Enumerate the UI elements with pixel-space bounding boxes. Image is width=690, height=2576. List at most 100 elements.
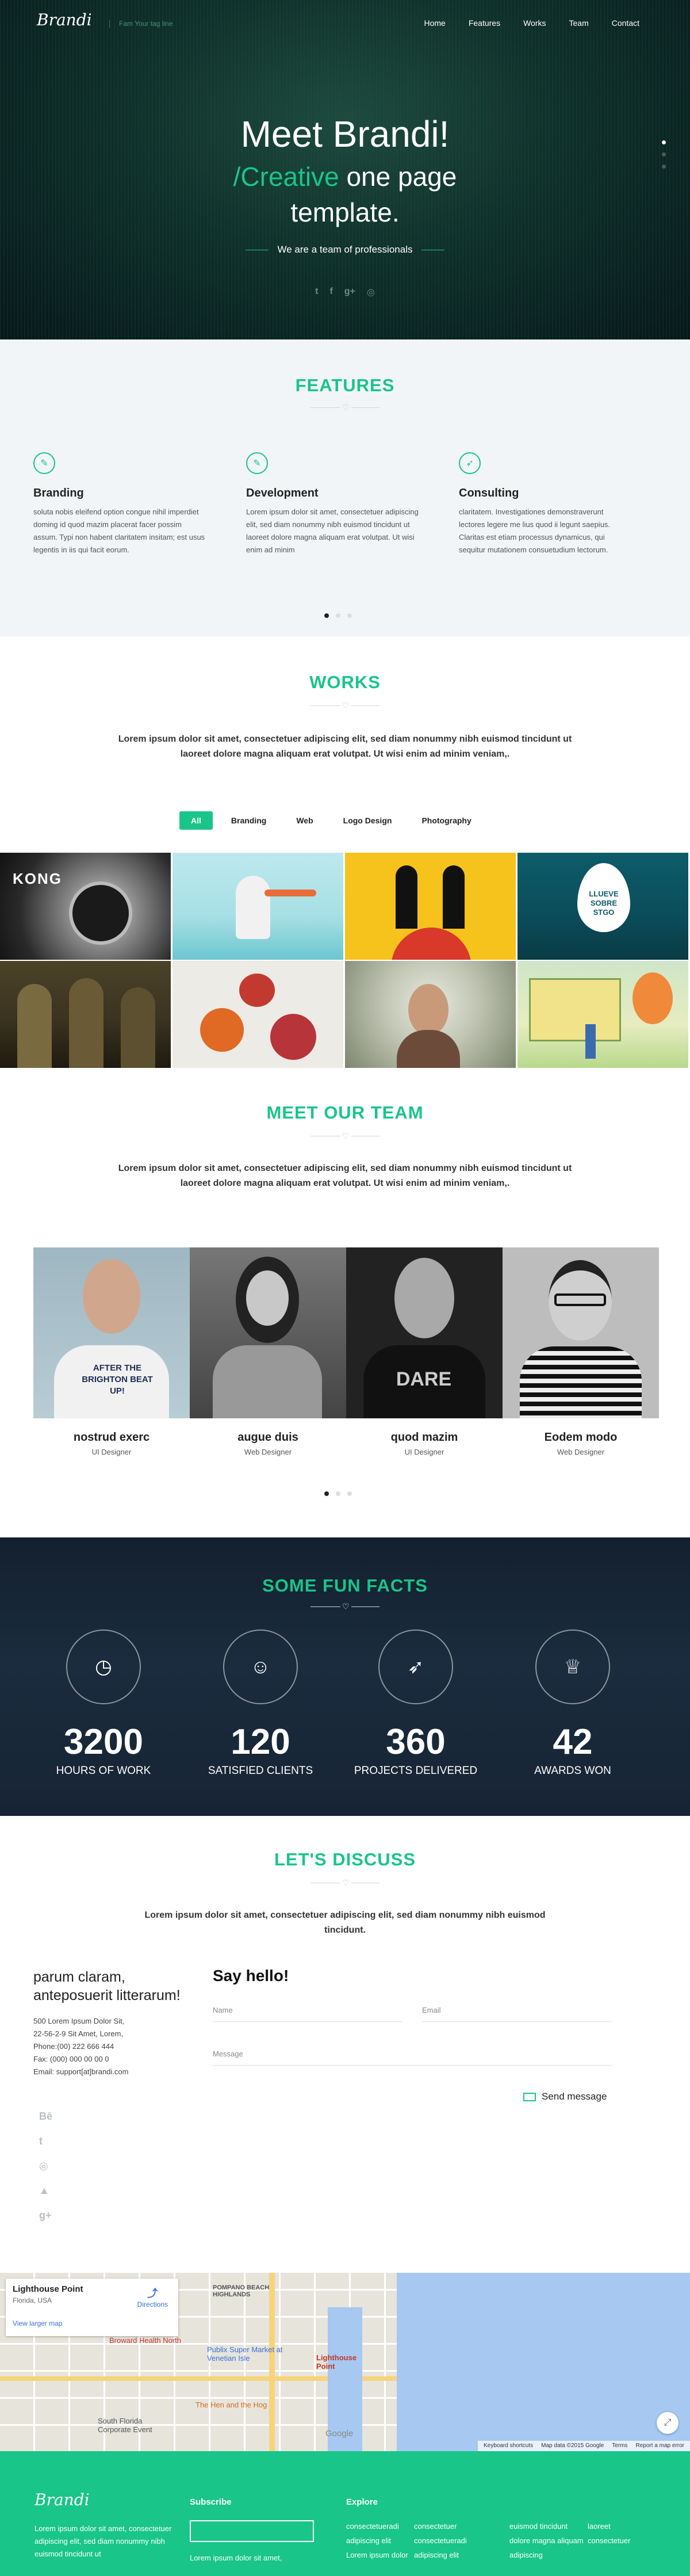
map-label: South Florida Corporate Event <box>98 2417 152 2434</box>
pencil-icon: ✎ <box>246 452 268 474</box>
portfolio-item[interactable]: LLUEVE SOBRE STGO <box>518 853 688 960</box>
pager-dot[interactable] <box>347 613 352 618</box>
footer-link[interactable]: dolore magna aliquam <box>509 2533 584 2548</box>
portfolio-item-caption: LLUEVE SOBRE STGO <box>589 890 619 917</box>
building-shape <box>529 978 621 1041</box>
footer-link[interactable]: consectetueradi <box>346 2519 408 2533</box>
character-shape <box>239 974 275 1007</box>
filter-web[interactable]: Web <box>285 811 324 830</box>
team-pager <box>324 1491 352 1496</box>
fullscreen-icon[interactable]: ⤢ <box>657 2412 678 2434</box>
footer-link[interactable]: consectetueradi <box>414 2533 467 2548</box>
hero-slider-dots <box>662 140 666 169</box>
google-plus-icon[interactable]: g+ <box>39 2209 52 2222</box>
site-tagline: Fam Your tag line <box>109 20 172 28</box>
dribbble-icon[interactable]: ◎ <box>39 2160 52 2172</box>
nav-item-team[interactable]: Team <box>569 18 589 28</box>
subscribe-email-input[interactable] <box>190 2520 314 2542</box>
team-member-card: augue duis Web Designer <box>190 1247 346 1456</box>
pager-dot[interactable] <box>336 1491 340 1496</box>
feature-title: Consulting <box>459 487 519 499</box>
envelope-icon <box>523 2092 536 2101</box>
email-field[interactable]: Email <box>422 2006 612 2022</box>
tree-shape <box>632 972 673 1024</box>
beak-shape <box>264 890 316 896</box>
portfolio-item[interactable] <box>172 853 343 960</box>
portfolio-item[interactable] <box>345 961 516 1068</box>
fact-item: ➶ 360 PROJECTS DELIVERED <box>347 1629 485 1777</box>
team-member-photo[interactable] <box>190 1247 346 1418</box>
slider-dot[interactable] <box>662 152 666 157</box>
pager-dot[interactable] <box>324 613 329 618</box>
portfolio-item[interactable] <box>0 961 171 1068</box>
portfolio-item[interactable] <box>518 961 688 1068</box>
footer-link[interactable]: adipiscing elit <box>414 2548 467 2562</box>
fun-facts-section: SOME FUN FACTS ♡ ◷ 3200 HOURS OF WORK ☺ … <box>0 1537 690 1816</box>
nav-item-features[interactable]: Features <box>469 18 500 28</box>
fact-label: SATISFIED CLIENTS <box>208 1765 313 1777</box>
portfolio-item[interactable]: KONG <box>0 853 171 960</box>
facebook-icon[interactable]: f <box>329 287 332 298</box>
team-member-role: Web Designer <box>244 1448 292 1456</box>
footer-link[interactable]: consectetuer <box>414 2519 467 2533</box>
footer-link[interactable]: Lorem ipsum dolor <box>346 2548 408 2562</box>
filter-branding[interactable]: Branding <box>220 811 278 830</box>
filter-logo-design[interactable]: Logo Design <box>332 811 404 830</box>
warning-icon[interactable]: ▲ <box>39 2185 52 2197</box>
pager-dot[interactable] <box>347 1491 352 1496</box>
twitter-icon[interactable]: t <box>315 287 318 298</box>
footer-link[interactable]: laoreet <box>588 2519 630 2533</box>
filter-photography[interactable]: Photography <box>410 811 482 830</box>
send-message-button[interactable]: Send message <box>523 2091 607 2102</box>
feature-title: Branding <box>33 487 84 499</box>
nav-item-contact[interactable]: Contact <box>612 18 639 28</box>
google-plus-icon[interactable]: g+ <box>344 287 355 298</box>
slider-dot[interactable] <box>662 140 666 144</box>
nav-item-works[interactable]: Works <box>523 18 546 28</box>
portfolio-item[interactable] <box>172 961 343 1068</box>
map-embed[interactable]: POMPANO BEACH HIGHLANDS Broward Health N… <box>0 2273 690 2451</box>
fact-value: 120 <box>231 1722 290 1762</box>
pager-dot[interactable] <box>324 1491 329 1496</box>
view-larger-map-link[interactable]: View larger map <box>13 2319 171 2327</box>
team-member-photo[interactable] <box>503 1247 659 1418</box>
discuss-intro: Lorem ipsum dolor sit amet, consectetuer… <box>144 1910 546 1935</box>
character-shape <box>270 1014 316 1060</box>
filter-all[interactable]: All <box>179 811 213 830</box>
directions-button[interactable]: ⤴ Directions <box>137 2285 168 2308</box>
portrait-body <box>397 1030 460 1068</box>
keyboard-shortcuts-link[interactable]: Keyboard shortcuts <box>484 2443 533 2449</box>
soldier-figure <box>17 984 52 1068</box>
portfolio-item[interactable] <box>345 853 516 960</box>
pager-dot[interactable] <box>336 613 340 618</box>
nav-item-home[interactable]: Home <box>424 18 445 28</box>
slider-dot[interactable] <box>662 165 666 169</box>
map-attribution: Keyboard shortcuts Map data ©2015 Google… <box>477 2441 690 2451</box>
twitter-icon[interactable]: t <box>39 2135 52 2147</box>
team-member-photo[interactable]: DARE <box>346 1247 503 1418</box>
contact-address: 500 Lorem Ipsum Dolor Sit, 22-56-2-9 Sit… <box>33 2017 129 2076</box>
footer-link[interactable]: consectetuer <box>588 2533 630 2548</box>
hero-title: Meet Brandi! <box>240 113 450 155</box>
report-map-error-link[interactable]: Report a map error <box>636 2443 684 2449</box>
fact-item: ♕ 42 AWARDS WON <box>504 1629 642 1777</box>
footer-link[interactable]: euismod tincidunt <box>509 2519 584 2533</box>
heart-divider: ♡ <box>310 1131 379 1141</box>
name-field[interactable]: Name <box>213 2006 402 2022</box>
pencil-icon: ✎ <box>33 452 55 474</box>
footer-links: consectetuer consectetueradi adipiscing … <box>414 2519 467 2562</box>
message-field[interactable]: Message <box>213 2050 612 2066</box>
hero-social-links: t f g+ ◎ <box>0 287 690 298</box>
team-member-photo[interactable]: AFTER THE BRIGHTON BEAT UP! <box>33 1247 190 1418</box>
footer-logo[interactable]: Brandi <box>34 2490 90 2509</box>
footer-link[interactable]: adipiscing elit <box>346 2533 408 2548</box>
character-shape <box>200 1008 244 1052</box>
shirt-print: DARE <box>396 1368 452 1390</box>
map-label: The Hen and the Hog <box>195 2401 267 2409</box>
behance-icon[interactable]: Bē <box>39 2111 52 2123</box>
portrait-face <box>246 1270 289 1326</box>
site-logo[interactable]: Brandi <box>37 10 92 29</box>
terms-link[interactable]: Terms <box>612 2443 627 2449</box>
footer-link[interactable]: adipiscing <box>509 2548 584 2562</box>
dribbble-icon[interactable]: ◎ <box>367 287 375 298</box>
